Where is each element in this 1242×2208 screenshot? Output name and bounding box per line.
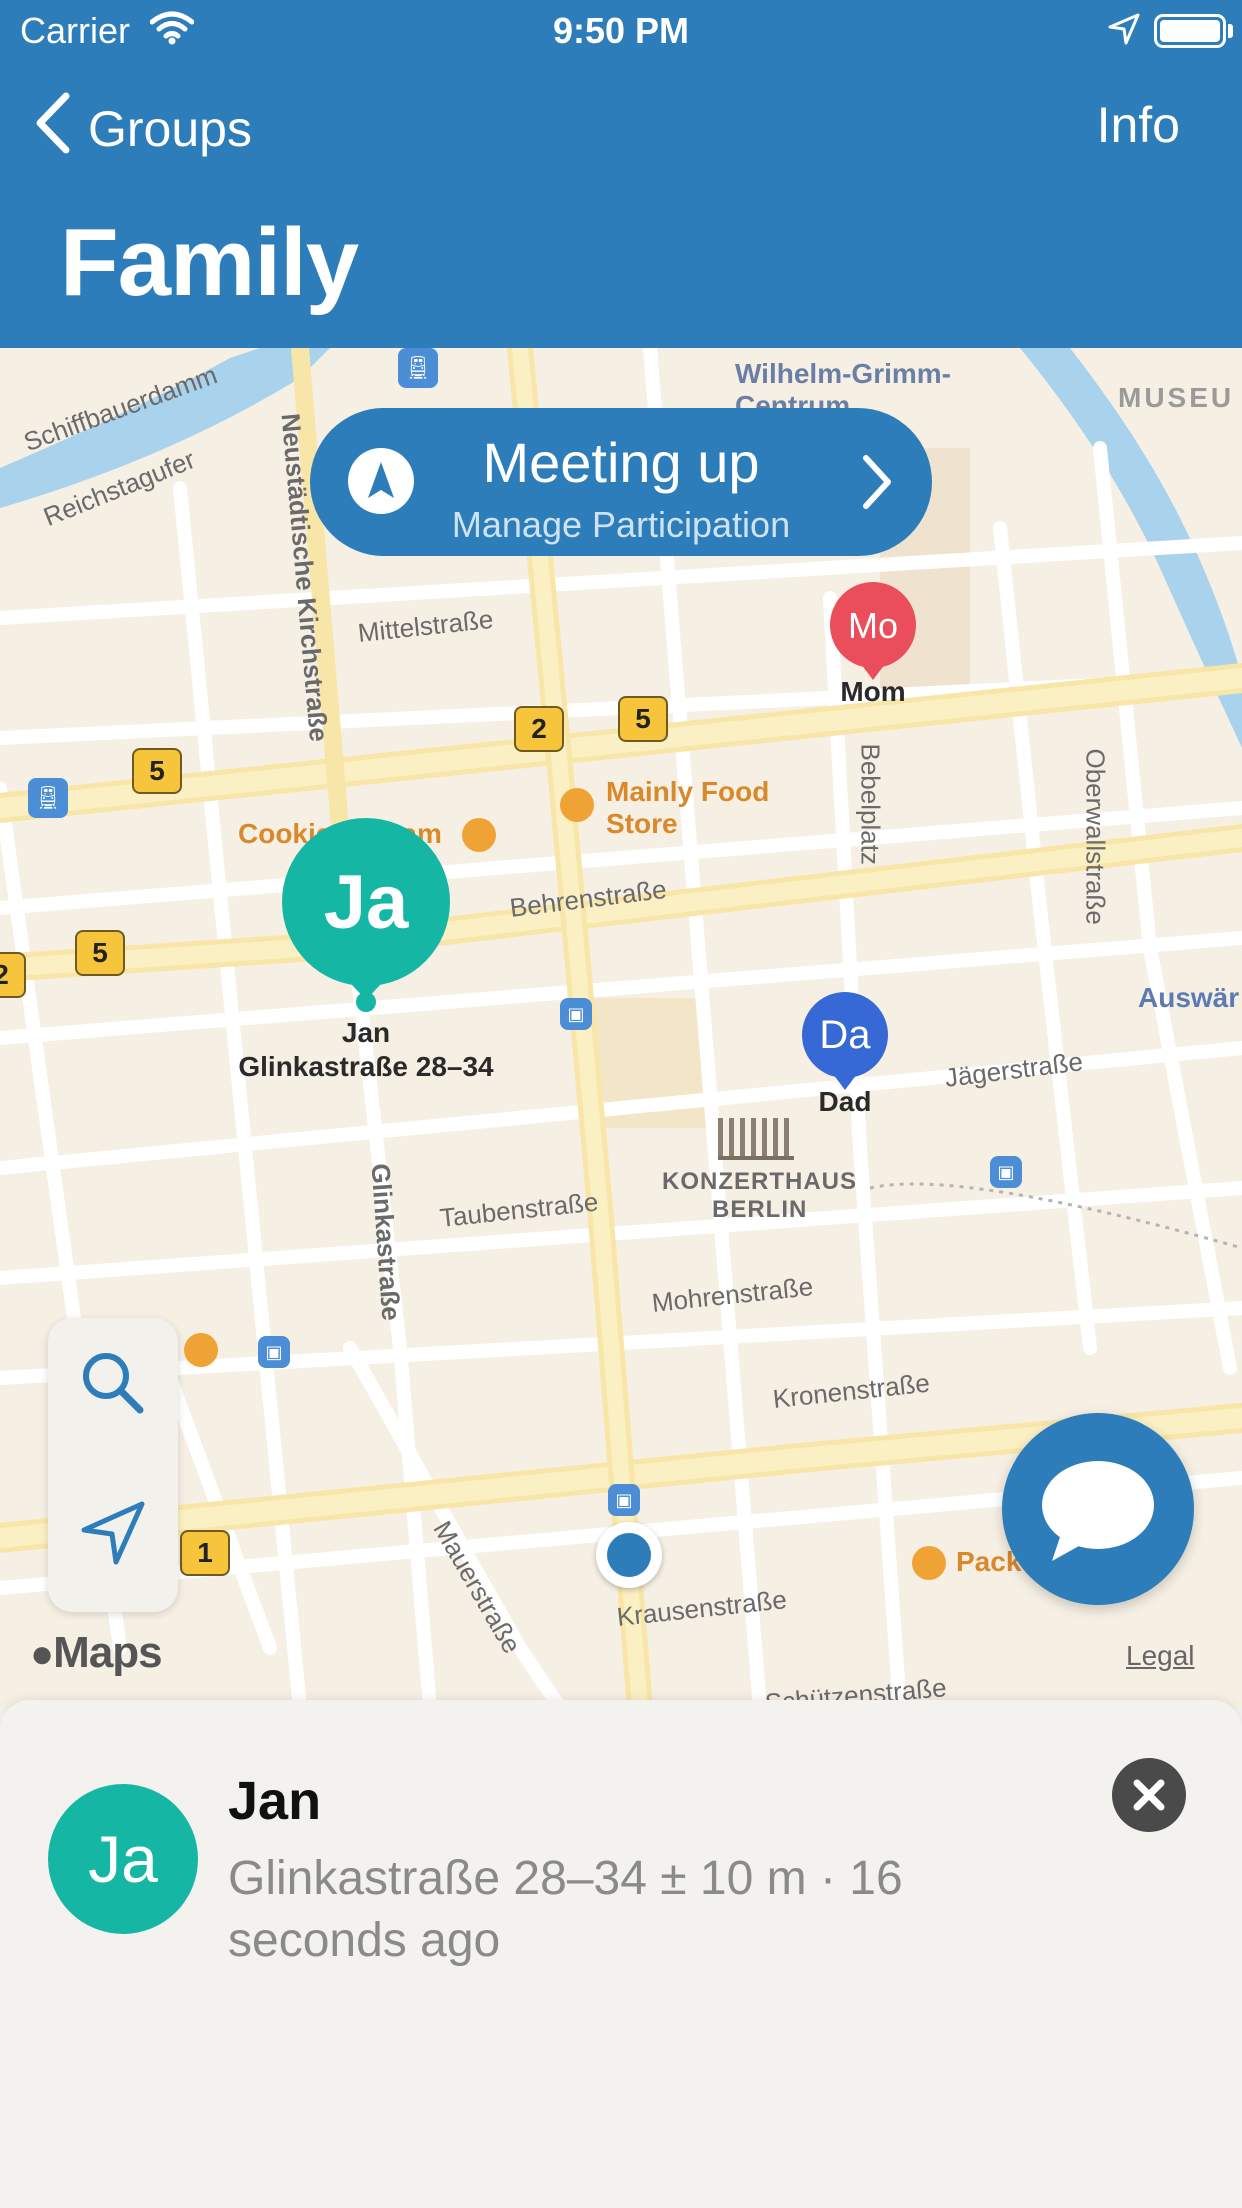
pin-label: Jan bbox=[341, 1017, 391, 1048]
route-badge: 2 bbox=[514, 706, 564, 752]
member-pin-mom[interactable]: Mo Mom bbox=[818, 580, 928, 709]
poi-label: Auswär bbox=[1138, 982, 1240, 1013]
back-label: Groups bbox=[88, 101, 252, 157]
back-button[interactable]: Groups bbox=[32, 92, 252, 166]
meeting-up-button[interactable]: Meeting up Manage Participation bbox=[310, 408, 932, 556]
route-badge: 5 bbox=[132, 748, 182, 794]
poi-label: MUSEU bbox=[1118, 382, 1235, 413]
route-badge: 2 bbox=[0, 952, 26, 998]
page-title: Family bbox=[60, 209, 359, 316]
member-pin-dad[interactable]: Da Dad bbox=[790, 990, 900, 1119]
maps-attribution: ●Maps bbox=[30, 1628, 163, 1678]
pin-marker: Mo bbox=[830, 582, 916, 680]
apple-logo-icon: ● bbox=[30, 1632, 54, 1676]
info-button[interactable]: Info bbox=[1097, 96, 1180, 154]
close-icon bbox=[1133, 1779, 1165, 1811]
pin-marker: Ja bbox=[282, 818, 450, 1012]
member-pin-jan[interactable]: Ja Jan Glinkastraße 28–34 bbox=[206, 818, 526, 1084]
bus-icon: ▣ bbox=[608, 1484, 640, 1516]
chat-bubble-icon bbox=[1042, 1461, 1154, 1561]
bus-icon: ▣ bbox=[990, 1156, 1022, 1188]
route-badge: 1 bbox=[180, 1530, 230, 1576]
status-time: 9:50 PM bbox=[552, 10, 690, 51]
meeting-subtitle: Manage Participation bbox=[451, 504, 791, 545]
bus-icon: ▣ bbox=[258, 1336, 290, 1368]
close-button[interactable] bbox=[1112, 1758, 1186, 1832]
locate-icon[interactable] bbox=[78, 1498, 148, 1573]
current-location-dot bbox=[596, 1522, 662, 1588]
avatar: Ja bbox=[48, 1784, 198, 1934]
poi-label: BERLIN bbox=[712, 1196, 808, 1223]
battery-cap bbox=[1228, 24, 1233, 38]
pin-initials: Mo bbox=[848, 605, 898, 646]
shopping-cart-icon bbox=[560, 788, 594, 822]
member-location-detail: Glinkastraße 28–34 ± 10 m · 16 seconds a… bbox=[228, 1852, 903, 1967]
legal-link[interactable]: Legal bbox=[1126, 1640, 1195, 1672]
pin-initials: Ja bbox=[324, 860, 409, 945]
battery-icon bbox=[1154, 14, 1226, 48]
train-icon: 🚆︎ bbox=[398, 348, 438, 388]
train-icon: 🚆︎ bbox=[28, 778, 68, 818]
maps-label: Maps bbox=[53, 1628, 162, 1677]
member-name: Jan bbox=[228, 1771, 322, 1831]
landmark-icon bbox=[718, 1118, 794, 1160]
poi-label: Mainly Food Store bbox=[606, 776, 770, 839]
chevron-left-icon bbox=[32, 92, 74, 166]
street-label: Bebelplatz bbox=[855, 743, 886, 865]
bus-icon: ▣ bbox=[560, 998, 592, 1030]
chat-button[interactable] bbox=[1002, 1413, 1194, 1605]
location-arrow-icon bbox=[1108, 12, 1140, 54]
route-badge: 5 bbox=[618, 696, 668, 742]
pin-initials: Da bbox=[819, 1013, 871, 1057]
search-icon[interactable] bbox=[78, 1348, 148, 1423]
route-badge: 5 bbox=[75, 930, 125, 976]
pin-address: Glinkastraße 28–34 bbox=[238, 1051, 494, 1082]
chevron-right-icon bbox=[860, 454, 894, 515]
member-detail-sheet: Ja Jan Glinkastraße 28–34 ± 10 m · 16 se… bbox=[0, 1700, 1242, 2208]
street-label: Oberwallstraße bbox=[1080, 748, 1111, 925]
map-controls bbox=[48, 1318, 178, 1612]
pin-marker: Da bbox=[802, 992, 888, 1090]
meeting-title: Meeting up bbox=[482, 431, 760, 494]
status-bar: Carrier 9:50 PM bbox=[0, 0, 1242, 62]
nav-header: Carrier 9:50 PM Groups Info Family bbox=[0, 0, 1242, 348]
map-view[interactable]: Schiffbauerdamm Reichstagufer Neustädtis… bbox=[0, 348, 1242, 1708]
shopping-bag-icon bbox=[912, 1546, 946, 1580]
shopping-cart-icon bbox=[184, 1333, 218, 1367]
